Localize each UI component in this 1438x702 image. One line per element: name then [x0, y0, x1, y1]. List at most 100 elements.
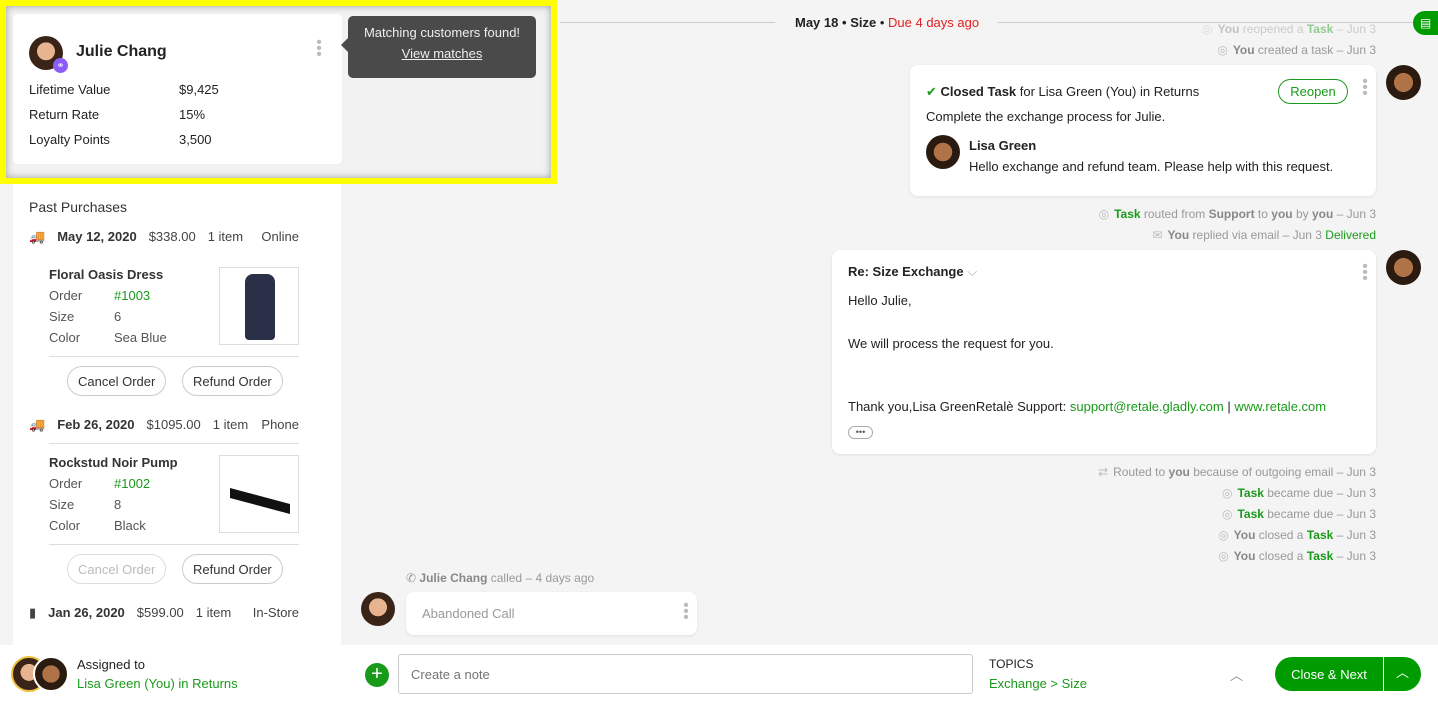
order-header[interactable]: 🚚 May 12, 2020 $338.00 1 item Online: [29, 229, 299, 245]
order-item: Rockstud Noir Pump Order #1002 Size 8 Colo…: [49, 455, 299, 533]
customer-avatar: [361, 592, 395, 626]
event-text: you: [1271, 207, 1293, 221]
link-icon: ⚭: [53, 58, 68, 73]
check-circle-icon: ◎: [1221, 507, 1233, 521]
task-card: ✔ Closed Task for Lisa Green (You) in Re…: [910, 65, 1376, 196]
call-card: Abandoned Call • • •: [406, 592, 697, 635]
order-link[interactable]: #1002: [114, 476, 150, 491]
event-text: became due – Jun 3: [1263, 486, 1376, 500]
order-header[interactable]: ▮ Jan 26, 2020 $599.00 1 item In-Store: [29, 605, 299, 621]
divider: [560, 22, 775, 23]
website-link[interactable]: www.retale.com: [1234, 399, 1326, 414]
event-text: you: [1168, 465, 1190, 479]
more-icon[interactable]: • • •: [315, 35, 323, 63]
matching-tooltip: Matching customers found! View matches: [341, 16, 536, 78]
event-text[interactable]: Task: [1114, 207, 1140, 221]
event-text: became due – Jun 3: [1263, 507, 1376, 521]
phone-icon: ✆: [406, 571, 417, 585]
divider: [49, 544, 299, 545]
close-next-button[interactable]: Close & Next ︿: [1275, 657, 1421, 691]
event-text[interactable]: Task: [1307, 22, 1333, 36]
event-text[interactable]: Task: [1237, 507, 1263, 521]
event-text: – Jun 3: [1333, 22, 1376, 36]
more-icon[interactable]: • • •: [682, 598, 690, 626]
check-circle-icon: ◎: [1221, 486, 1233, 500]
event-text[interactable]: Task: [1307, 549, 1333, 563]
agent-avatar: [1386, 250, 1421, 285]
chevron-up-icon[interactable]: ︿: [1383, 657, 1421, 691]
lifetime-value: Lifetime Value $9,425: [29, 82, 219, 97]
agent-avatar[interactable]: [33, 656, 69, 692]
timeline-event: ◎ You reopened a Task – Jun 3: [1202, 22, 1376, 36]
chevron-up-icon[interactable]: ︿: [1230, 665, 1243, 684]
divider: [49, 443, 299, 444]
store-icon: ▮: [29, 605, 37, 620]
route-icon: ⇄: [1098, 465, 1109, 479]
truck-icon: 🚚: [29, 417, 46, 432]
note-input[interactable]: [398, 654, 973, 694]
order-header[interactable]: 🚚 Feb 26, 2020 $1095.00 1 item Phone: [29, 417, 299, 433]
event-text[interactable]: Task: [1307, 528, 1333, 542]
timeline-event: ◎ Task routed from Support to you by you …: [1099, 207, 1376, 221]
check-circle-icon: ◎: [1217, 43, 1228, 57]
check-circle-icon: ◎: [1218, 528, 1229, 542]
topics-value[interactable]: Exchange > Size: [989, 676, 1087, 691]
timeline-event: ◎ Task became due – Jun 3: [1222, 507, 1376, 521]
knowledge-base-icon[interactable]: ▤: [1413, 11, 1438, 35]
footer-bar: Assigned to Lisa Green (You) in Returns …: [0, 645, 1438, 702]
timeline-event: ◎ Task became due – Jun 3: [1222, 486, 1376, 500]
email-link[interactable]: support@retale.gladly.com: [1070, 399, 1224, 414]
event-text: Delivered: [1325, 228, 1376, 242]
assignee-link[interactable]: Lisa Green (You) in Returns: [77, 676, 238, 691]
cancel-order-button[interactable]: Cancel Order: [67, 366, 167, 396]
timeline-event: ◎ You closed a Task – Jun 3: [1218, 549, 1376, 563]
email-subject[interactable]: Re: Size Exchange ⌵: [848, 264, 977, 280]
more-icon[interactable]: • • •: [1361, 74, 1369, 102]
check-circle-icon: ◎: [1218, 549, 1229, 563]
truck-icon: 🚚: [29, 229, 46, 244]
timeline-event: ⇄ Routed to you because of outgoing email…: [1098, 465, 1376, 479]
email-icon: ✉: [1152, 228, 1163, 242]
event-text: You: [1233, 528, 1256, 542]
cancel-order-button[interactable]: Cancel Order: [67, 554, 167, 584]
reopen-button[interactable]: Reopen: [1278, 79, 1348, 104]
expand-quoted-button[interactable]: •••: [848, 426, 873, 439]
event-text: closed a: [1255, 549, 1307, 563]
event-text: routed from: [1140, 207, 1209, 221]
event-text[interactable]: Task: [1237, 486, 1263, 500]
loyalty-points: Loyalty Points 3,500: [29, 132, 212, 147]
order-item: Floral Oasis Dress Order #1003 Size 6 Colo…: [49, 267, 299, 345]
refund-order-button[interactable]: Refund Order: [182, 366, 283, 396]
event-text: You: [1232, 43, 1255, 57]
check-circle-icon: ◎: [1098, 207, 1110, 221]
add-icon[interactable]: +: [365, 663, 389, 687]
agent-avatar: [1386, 65, 1421, 100]
email-card: Re: Size Exchange ⌵ • • • Hello Julie, We …: [832, 250, 1376, 454]
event-text: replied via email – Jun 3: [1189, 228, 1326, 242]
event-text: reopened a: [1239, 22, 1307, 36]
view-matches-link[interactable]: View matches: [348, 46, 536, 61]
event-text: Support: [1208, 207, 1255, 221]
event-text: – Jun 3: [1333, 549, 1376, 563]
event-text: closed a: [1255, 528, 1307, 542]
chevron-down-icon: ⌵: [967, 264, 978, 279]
order-link[interactable]: #1003: [114, 288, 150, 303]
event-text: You: [1167, 228, 1190, 242]
event-text: you: [1311, 207, 1334, 221]
return-rate: Return Rate 15%: [29, 107, 206, 122]
event-text: created a task – Jun 3: [1254, 43, 1376, 57]
more-icon[interactable]: • • •: [1361, 259, 1369, 287]
event-text: – Jun 3: [1333, 207, 1376, 221]
past-purchases-title: Past Purchases: [29, 199, 128, 215]
agent-avatar: [926, 135, 960, 169]
refund-order-button[interactable]: Refund Order: [182, 554, 283, 584]
product-image: [219, 267, 299, 345]
check-icon: ✔: [926, 84, 937, 99]
event-text: Routed to: [1113, 465, 1169, 479]
highlight-box: ⚭ Julie Chang Lifetime Value $9,425 Retur…: [0, 0, 557, 184]
conversation-header: May 18 • Size • Due 4 days ago: [795, 15, 980, 30]
event-text: – Jun 3: [1333, 528, 1376, 542]
check-circle-icon: ◎: [1202, 22, 1213, 36]
customer-card: ⚭ Julie Chang Lifetime Value $9,425 Retur…: [13, 14, 342, 164]
call-event: ✆ Julie Chang called – 4 days ago: [406, 571, 595, 585]
